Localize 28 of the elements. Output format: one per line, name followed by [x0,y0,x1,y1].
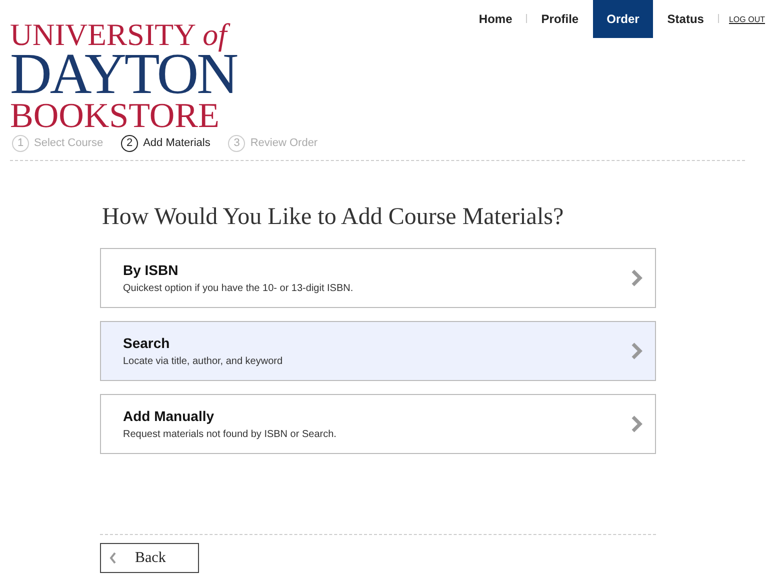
option-card[interactable]: Search Locate via title, author, and keyword [100,320,656,381]
step-number: 3 [228,134,246,152]
logo-text: UNIVERSITY of [10,20,236,50]
back-button[interactable]: Back [100,542,199,573]
option-card[interactable]: Add Manually Request materials not found by ISBN or Search. [100,394,656,454]
chevron-right-icon [631,414,643,433]
option-description: Locate via title, author, and keyword [123,354,283,369]
nav-tab[interactable]: Home [464,0,526,36]
nav-tab[interactable]: Order [592,0,654,38]
step-label: Select Course [34,136,104,152]
page-heading: How Would You Like to Add Course Materials? [102,202,565,232]
step-number: 2 [121,134,138,152]
logout-link[interactable]: LOG OUT [718,0,765,26]
option-description: Request materials not found by ISBN or Search. [123,428,336,442]
nav-tab[interactable]: Status [653,0,718,36]
chevron-left-icon [109,552,117,564]
option-description: Quickest option if you have the 10- or 13-digit ISBN. [123,282,354,296]
step-label: Add Materials [143,136,210,152]
option-title: Search [123,334,171,353]
chevron-right-icon [631,342,643,360]
step-label: Review Order [250,136,318,152]
chevron-right-icon [631,268,643,287]
nav-tab[interactable]: Profile [527,0,593,36]
option-title: By ISBN [123,260,180,280]
option-title: Add Manually [123,406,216,426]
logo-text: BOOKSTORE [10,98,220,132]
step-number: 1 [12,134,29,152]
option-card[interactable]: By ISBN Quickest option if you have the 10- or 13-digit ISBN. [100,248,656,308]
